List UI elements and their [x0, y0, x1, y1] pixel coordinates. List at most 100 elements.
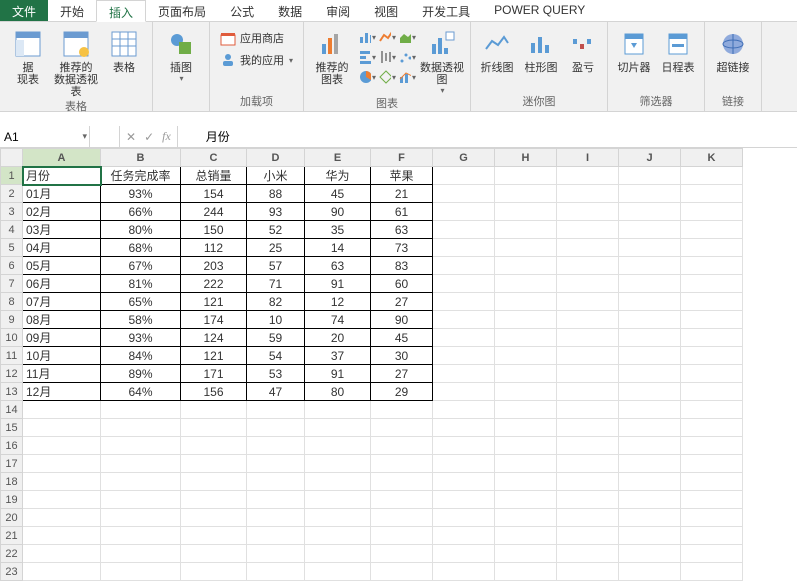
row-header[interactable]: 7 [1, 275, 23, 293]
cell[interactable] [619, 491, 681, 509]
cell[interactable] [433, 167, 495, 185]
cell[interactable]: 06月 [23, 275, 101, 293]
cell[interactable] [495, 545, 557, 563]
cell[interactable] [305, 401, 371, 419]
cell[interactable] [371, 491, 433, 509]
tab-data[interactable]: 数据 [266, 0, 314, 21]
cell[interactable] [23, 527, 101, 545]
cell[interactable]: 12月 [23, 383, 101, 401]
cell[interactable]: 244 [181, 203, 247, 221]
cell[interactable] [181, 455, 247, 473]
cell[interactable]: 68% [101, 239, 181, 257]
cell[interactable] [495, 167, 557, 185]
enter-icon[interactable]: ✓ [144, 130, 154, 144]
cell[interactable] [371, 401, 433, 419]
slicer-button[interactable]: 切片器 [614, 24, 654, 74]
cell[interactable] [433, 203, 495, 221]
line-chart-icon[interactable]: ▾ [378, 28, 396, 46]
cell[interactable] [557, 329, 619, 347]
cell[interactable] [557, 383, 619, 401]
cell[interactable] [433, 509, 495, 527]
cell[interactable]: 90 [305, 203, 371, 221]
cell[interactable] [371, 455, 433, 473]
cell[interactable]: 58% [101, 311, 181, 329]
recommended-charts-button[interactable]: 推荐的 图表 [310, 24, 354, 86]
cell[interactable] [681, 257, 743, 275]
cell[interactable]: 苹果 [371, 167, 433, 185]
cell[interactable] [305, 437, 371, 455]
tab-file[interactable]: 文件 [0, 0, 48, 21]
cell[interactable] [433, 365, 495, 383]
cell[interactable] [247, 473, 305, 491]
cell[interactable]: 27 [371, 365, 433, 383]
cell[interactable] [681, 455, 743, 473]
cell[interactable] [495, 527, 557, 545]
cell[interactable] [495, 455, 557, 473]
cell[interactable] [247, 419, 305, 437]
cell[interactable] [371, 473, 433, 491]
table-button[interactable]: 表格 [102, 24, 146, 74]
row-header[interactable]: 10 [1, 329, 23, 347]
area-chart-icon[interactable]: ▾ [398, 28, 416, 46]
cell[interactable] [619, 311, 681, 329]
cell[interactable]: 09月 [23, 329, 101, 347]
cell[interactable]: 57 [247, 257, 305, 275]
cell[interactable] [495, 401, 557, 419]
cell[interactable]: 203 [181, 257, 247, 275]
cell[interactable] [371, 437, 433, 455]
cell[interactable] [101, 419, 181, 437]
cell[interactable] [495, 293, 557, 311]
cell[interactable]: 08月 [23, 311, 101, 329]
cell[interactable] [681, 383, 743, 401]
cell[interactable] [495, 221, 557, 239]
column-header[interactable]: B [101, 149, 181, 167]
column-header[interactable]: K [681, 149, 743, 167]
cell[interactable] [433, 455, 495, 473]
cell[interactable] [181, 419, 247, 437]
cell[interactable] [23, 473, 101, 491]
tab-formula[interactable]: 公式 [218, 0, 266, 21]
hyperlink-button[interactable]: 超链接 [711, 24, 755, 74]
row-header[interactable]: 5 [1, 239, 23, 257]
cell[interactable]: 222 [181, 275, 247, 293]
cell[interactable] [557, 293, 619, 311]
cell[interactable] [557, 257, 619, 275]
cell[interactable]: 124 [181, 329, 247, 347]
scatter-chart-icon[interactable]: ▾ [398, 48, 416, 66]
cell[interactable] [557, 509, 619, 527]
cell[interactable]: 29 [371, 383, 433, 401]
cell[interactable] [433, 419, 495, 437]
cell[interactable] [495, 329, 557, 347]
cell[interactable] [495, 257, 557, 275]
cell[interactable] [23, 455, 101, 473]
cell[interactable] [101, 437, 181, 455]
cell[interactable]: 67% [101, 257, 181, 275]
cell[interactable] [681, 347, 743, 365]
illustrations-button[interactable]: 插图 ▾ [159, 24, 203, 83]
cell[interactable]: 53 [247, 365, 305, 383]
cell[interactable] [557, 473, 619, 491]
cell[interactable] [619, 455, 681, 473]
cell[interactable] [495, 311, 557, 329]
pivot-chart-button[interactable]: 数据透视图 ▾ [420, 24, 464, 95]
tab-insert[interactable]: 插入 [96, 0, 146, 22]
cell[interactable]: 88 [247, 185, 305, 203]
cell[interactable] [495, 185, 557, 203]
row-header[interactable]: 3 [1, 203, 23, 221]
cell[interactable] [305, 491, 371, 509]
cell[interactable] [619, 203, 681, 221]
cell[interactable] [495, 275, 557, 293]
cell[interactable] [433, 329, 495, 347]
cell[interactable] [181, 473, 247, 491]
cell[interactable] [181, 491, 247, 509]
recommended-pivot-button[interactable]: 推荐的 数据透视表 [54, 24, 98, 98]
cell[interactable]: 80 [305, 383, 371, 401]
cell[interactable] [557, 419, 619, 437]
cell[interactable] [619, 473, 681, 491]
tab-powerquery[interactable]: POWER QUERY [482, 0, 597, 21]
sparkline-column-button[interactable]: 柱形图 [521, 24, 561, 74]
cell[interactable]: 10 [247, 311, 305, 329]
cell[interactable]: 121 [181, 347, 247, 365]
cell[interactable] [495, 365, 557, 383]
cell[interactable] [619, 275, 681, 293]
